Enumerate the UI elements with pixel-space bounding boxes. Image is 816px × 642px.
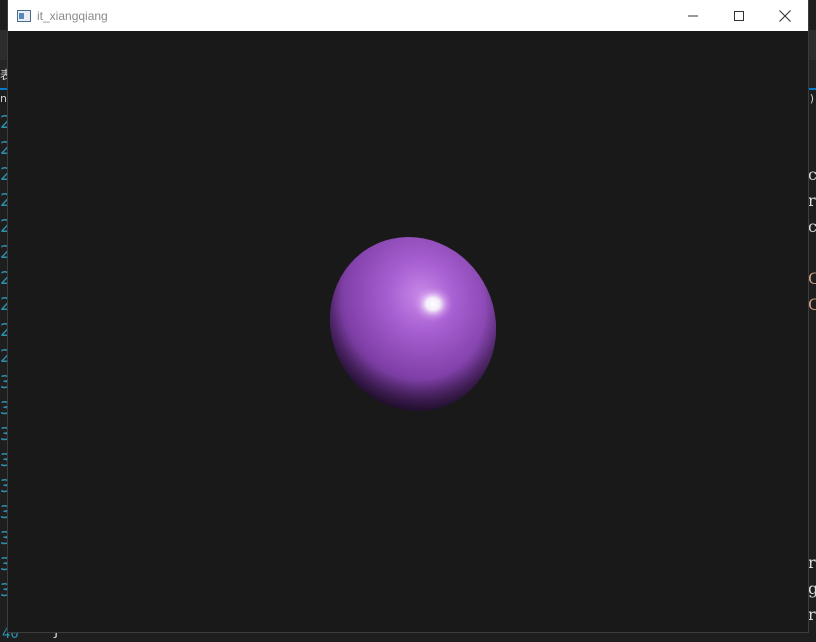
line-number: 3: [0, 372, 8, 393]
line-number: 3: [0, 580, 8, 601]
editor-breadcrumb-right-fragment: ): [809, 92, 814, 105]
app-window: it_xiangqiang: [8, 0, 808, 632]
line-number: 2: [0, 138, 8, 159]
code-fragment: r: [808, 191, 816, 210]
sphere: [329, 237, 497, 411]
code-fragment: C: [808, 269, 816, 288]
line-number: 3: [0, 502, 8, 523]
window-titlebar[interactable]: it_xiangqiang: [8, 0, 808, 31]
editor-breadcrumb-fragment: n: [0, 92, 7, 105]
render-viewport[interactable]: [8, 31, 808, 632]
minimize-icon: [688, 15, 698, 16]
minimize-button[interactable]: [670, 0, 716, 31]
maximize-button[interactable]: [716, 0, 762, 31]
code-fragment: g: [808, 579, 816, 598]
line-number: 2: [0, 190, 8, 211]
line-number: 3: [0, 424, 8, 445]
line-number: 2: [0, 320, 8, 341]
close-icon: [779, 9, 791, 22]
sphere-specular-highlight: [413, 286, 453, 322]
line-number: 2: [0, 268, 8, 289]
line-number: 3: [0, 476, 8, 497]
line-number: 3: [0, 528, 8, 549]
render-canvas: [329, 237, 497, 411]
close-button[interactable]: [762, 0, 808, 31]
line-number: 3: [0, 554, 8, 575]
app-window-icon: [17, 9, 31, 22]
line-number: 2: [0, 346, 8, 367]
line-number: 2: [0, 112, 8, 133]
code-fragment: r: [808, 605, 816, 624]
code-fragment: c: [808, 165, 816, 184]
code-fragment: C: [808, 295, 816, 314]
window-title: it_xiangqiang: [37, 8, 108, 23]
code-fragment: c: [808, 217, 816, 236]
line-number: 2: [0, 242, 8, 263]
line-number-gutter: 2 2 2 2 2 2 2 2 2 2 3 3 3 3 3 3 3 3 3: [0, 110, 8, 639]
maximize-icon: [734, 10, 744, 21]
line-number: 2: [0, 294, 8, 315]
line-number: 3: [0, 398, 8, 419]
code-fragment: r: [808, 553, 816, 572]
line-number: 3: [0, 450, 8, 471]
line-number: 2: [0, 216, 8, 237]
line-number: 2: [0, 164, 8, 185]
